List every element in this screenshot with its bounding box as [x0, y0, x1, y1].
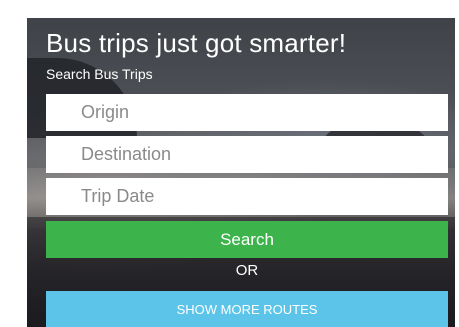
destination-input[interactable]	[46, 136, 448, 173]
or-separator: OR	[235, 262, 259, 279]
search-section-label: Search Bus Trips	[46, 66, 153, 82]
bus-search-widget: Bus trips just got smarter! Search Bus T…	[0, 0, 459, 327]
origin-input[interactable]	[46, 94, 448, 131]
show-more-routes-label: SHOW MORE ROUTES	[176, 301, 318, 317]
show-more-routes-button[interactable]: SHOW MORE ROUTES	[46, 291, 448, 327]
search-button-label: Search	[220, 229, 274, 249]
search-button[interactable]: Search	[46, 221, 448, 258]
page-title: Bus trips just got smarter!	[46, 28, 347, 58]
trip-date-input[interactable]	[46, 178, 448, 215]
